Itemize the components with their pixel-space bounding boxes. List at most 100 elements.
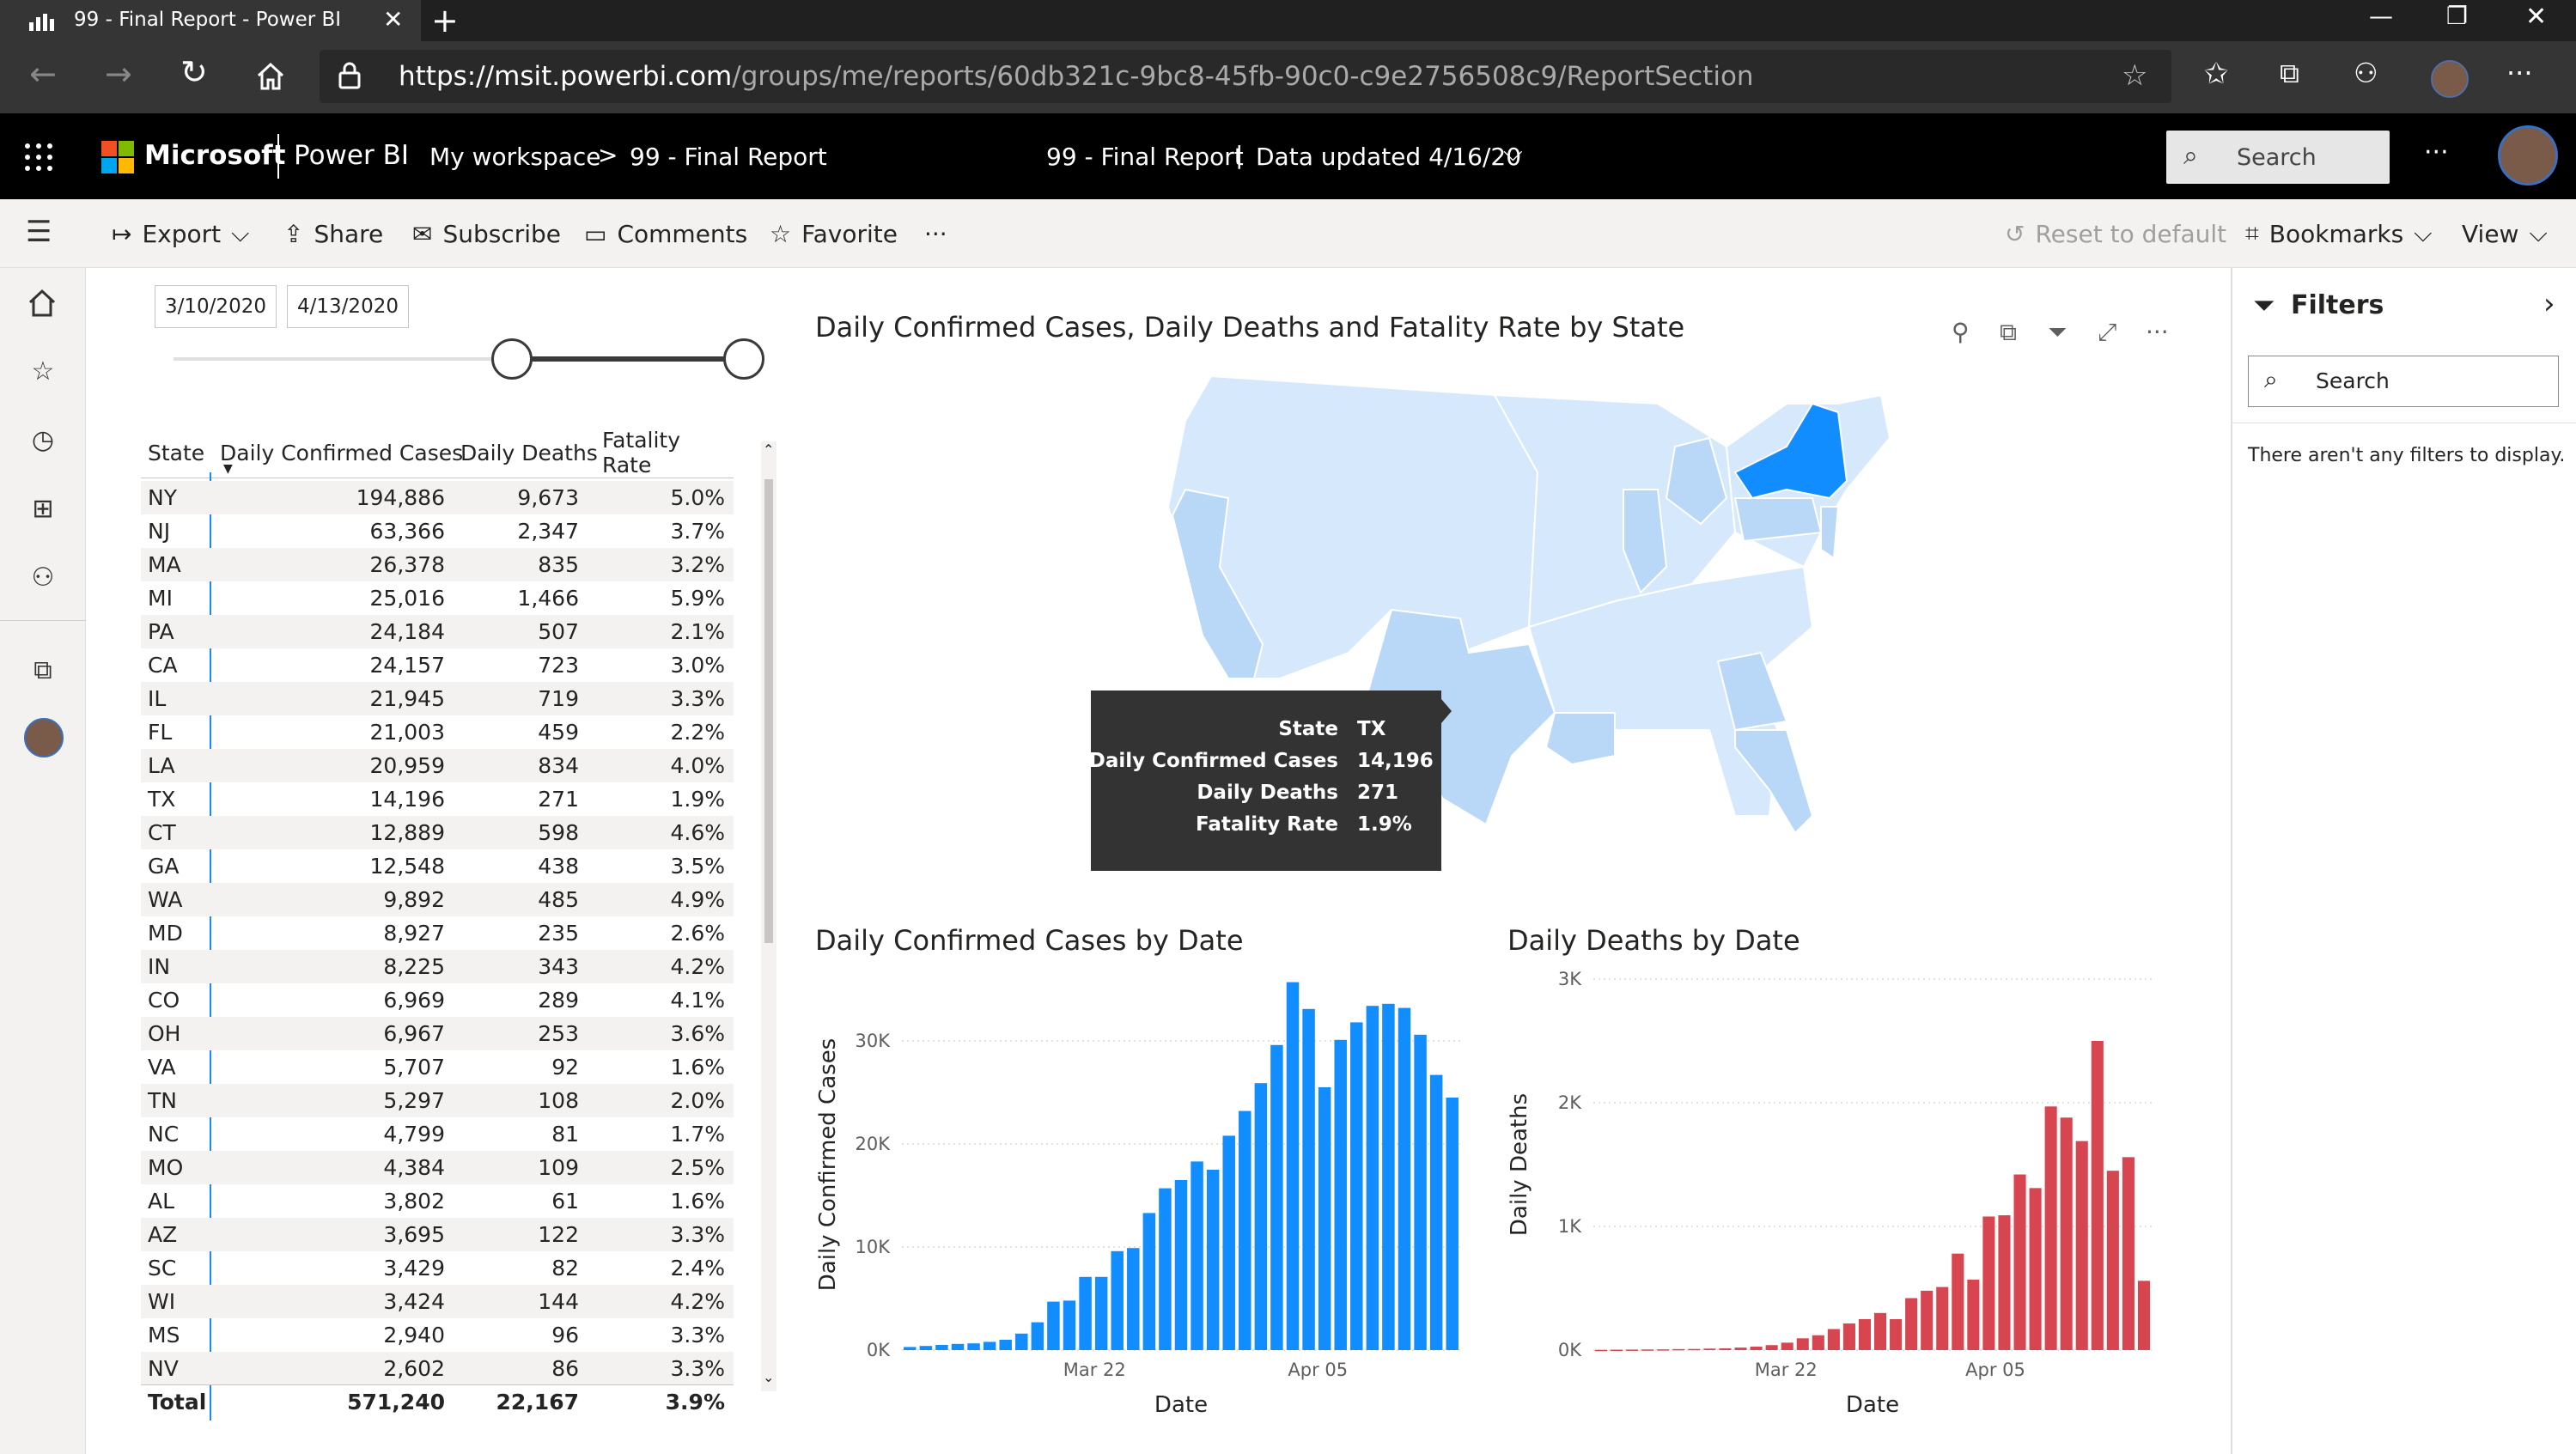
bar[interactable] xyxy=(2106,1171,2119,1350)
toolbar-more-button[interactable]: ··· xyxy=(924,199,947,268)
bar[interactable] xyxy=(1318,1087,1331,1350)
home-icon[interactable] xyxy=(256,62,285,91)
table-row[interactable]: TX 14,196 271 1.9% xyxy=(141,782,734,816)
table-row[interactable]: CT 12,889 598 4.6% xyxy=(141,816,734,849)
bar[interactable] xyxy=(1688,1348,1701,1351)
bar[interactable] xyxy=(1952,1253,1964,1350)
bar[interactable] xyxy=(1765,1345,1778,1350)
header-deaths[interactable]: Daily Deaths xyxy=(460,441,598,465)
breadcrumb-report[interactable]: 99 - Final Report xyxy=(630,143,827,171)
table-row[interactable]: WI 3,424 144 4.2% xyxy=(141,1285,734,1318)
bar[interactable] xyxy=(1750,1346,1763,1350)
table-row[interactable]: NJ 63,366 2,347 3.7% xyxy=(141,514,734,548)
back-icon[interactable]: ← xyxy=(29,55,57,93)
table-row[interactable]: PA 24,184 507 2.1% xyxy=(141,615,734,648)
scroll-down-icon[interactable]: ⌄ xyxy=(763,1369,774,1385)
nav-user-avatar[interactable] xyxy=(24,718,64,757)
table-row[interactable]: MD 8,927 235 2.6% xyxy=(141,916,734,950)
minimize-icon[interactable]: — xyxy=(2369,2,2393,30)
favorite-star-icon[interactable]: ☆ xyxy=(2122,58,2147,93)
bar[interactable] xyxy=(1222,1135,1235,1350)
bar[interactable] xyxy=(1905,1298,1918,1350)
bar[interactable] xyxy=(1302,1008,1315,1350)
slicer-end-handle[interactable] xyxy=(723,338,764,380)
bookmarks-button[interactable]: ⌗ Bookmarks ⌵ xyxy=(2245,199,2432,268)
bar[interactable] xyxy=(1254,1083,1268,1350)
copy-icon[interactable]: ⧉ xyxy=(2000,318,2017,347)
bar[interactable] xyxy=(1446,1098,1459,1350)
slicer-start-handle[interactable] xyxy=(491,338,533,380)
bar[interactable] xyxy=(1641,1349,1654,1351)
table-row[interactable]: MI 25,016 1,466 5.9% xyxy=(141,581,734,615)
nav-favorites-icon[interactable]: ☆ xyxy=(24,352,62,390)
bar[interactable] xyxy=(1206,1170,1220,1350)
bar[interactable] xyxy=(1239,1110,1251,1350)
bar[interactable] xyxy=(1873,1312,1887,1350)
table-row[interactable]: GA 12,548 438 3.5% xyxy=(141,849,734,883)
header-search-box[interactable]: ⌕ Search xyxy=(2166,131,2390,184)
bar[interactable] xyxy=(1796,1338,1809,1350)
focus-mode-icon[interactable]: ⤢ xyxy=(2098,318,2116,347)
bar[interactable] xyxy=(1703,1348,1716,1350)
subscribe-button[interactable]: ✉ Subscribe xyxy=(412,199,561,268)
bar[interactable] xyxy=(1063,1300,1076,1350)
browser-avatar[interactable] xyxy=(2431,60,2469,98)
bar[interactable] xyxy=(1719,1348,1732,1350)
bar[interactable] xyxy=(1858,1319,1872,1350)
microsoft-brand[interactable]: Microsoft xyxy=(144,140,286,171)
table-row[interactable]: LA 20,959 834 4.0% xyxy=(141,749,734,782)
reset-default-button[interactable]: ↺ Reset to default xyxy=(2005,199,2226,268)
chevron-down-icon[interactable]: ⌵ xyxy=(1503,137,1523,167)
bar[interactable] xyxy=(1827,1329,1840,1350)
nav-shared-icon[interactable]: ⚇ xyxy=(24,558,62,596)
table-row[interactable]: CO 6,969 289 4.1% xyxy=(141,983,734,1017)
bar[interactable] xyxy=(951,1343,965,1350)
bar[interactable] xyxy=(1626,1349,1639,1351)
bar[interactable] xyxy=(2060,1117,2073,1350)
bar[interactable] xyxy=(1672,1348,1685,1351)
table-row[interactable]: NV 2,602 86 3.3% xyxy=(141,1352,734,1385)
bar[interactable] xyxy=(1998,1215,2011,1350)
bar[interactable] xyxy=(1286,982,1300,1350)
bar[interactable] xyxy=(1414,1034,1427,1350)
bar[interactable] xyxy=(1611,1349,1623,1352)
browser-tab[interactable]: 99 - Final Report - Power BI ✕ xyxy=(0,0,421,41)
nav-workspaces-icon[interactable]: ⧉ xyxy=(24,651,62,689)
profile-sync-icon[interactable]: ⚇ xyxy=(2354,57,2378,89)
table-row[interactable]: SC 3,429 82 2.4% xyxy=(141,1251,734,1285)
bar[interactable] xyxy=(1734,1348,1747,1350)
bar[interactable] xyxy=(1174,1180,1188,1350)
bar[interactable] xyxy=(1921,1290,1934,1350)
table-row[interactable]: WA 9,892 485 4.9% xyxy=(141,883,734,916)
favorite-button[interactable]: ☆ Favorite xyxy=(770,199,898,268)
bar[interactable] xyxy=(1142,1213,1156,1350)
product-name[interactable]: Power BI xyxy=(294,140,409,171)
share-button[interactable]: ⇪ Share xyxy=(283,199,383,268)
header-state[interactable]: State xyxy=(148,441,204,465)
table-row[interactable]: AL 3,802 61 1.6% xyxy=(141,1184,734,1218)
bar[interactable] xyxy=(1031,1322,1044,1350)
export-button[interactable]: ↦ Export ⌵ xyxy=(112,199,249,268)
table-row[interactable]: OH 6,967 253 3.6% xyxy=(141,1017,734,1050)
bar[interactable] xyxy=(1270,1044,1283,1350)
table-row[interactable]: FL 21,003 459 2.2% xyxy=(141,715,734,749)
bar[interactable] xyxy=(1936,1287,1949,1350)
bar[interactable] xyxy=(1812,1335,1824,1350)
table-row[interactable]: AZ 3,695 122 3.3% xyxy=(141,1218,734,1251)
collapse-filters-icon[interactable]: › xyxy=(2543,287,2555,321)
bar[interactable] xyxy=(1047,1301,1060,1350)
table-row[interactable]: TN 5,297 108 2.0% xyxy=(141,1084,734,1117)
breadcrumb-workspace[interactable]: My workspace xyxy=(429,143,601,171)
header-cases[interactable]: Daily Confirmed Cases xyxy=(220,441,463,465)
favorites-icon[interactable]: ✩ xyxy=(2204,57,2229,91)
bar[interactable] xyxy=(1127,1248,1140,1350)
bar[interactable] xyxy=(999,1340,1012,1350)
filter-icon[interactable]: ⏷ xyxy=(2048,318,2067,347)
bar[interactable] xyxy=(1079,1276,1092,1350)
bar[interactable] xyxy=(1842,1323,1855,1350)
bar[interactable] xyxy=(1382,1003,1395,1350)
hamburger-menu-icon[interactable]: ☰ xyxy=(26,215,52,249)
user-avatar[interactable] xyxy=(2498,125,2558,186)
bar[interactable] xyxy=(1366,1006,1379,1350)
close-window-icon[interactable]: ✕ xyxy=(2525,2,2547,32)
